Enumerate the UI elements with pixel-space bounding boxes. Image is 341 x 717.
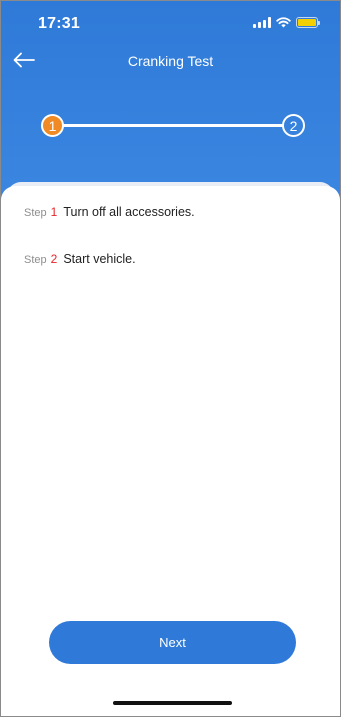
progress-stepper: 1 2 bbox=[41, 113, 305, 139]
step-indicator-2: 2 bbox=[282, 114, 305, 137]
header: 17:31 Cranking Test 1 2 bbox=[1, 1, 340, 201]
instruction-row: Step 2 Start vehicle. bbox=[24, 252, 136, 266]
app-screen: 17:31 Cranking Test 1 2 Step 1 Turn off … bbox=[0, 0, 341, 717]
step-label: Step bbox=[24, 254, 47, 266]
step-number: 1 bbox=[50, 205, 58, 219]
step-indicator-1: 1 bbox=[41, 114, 64, 137]
step-text: Start vehicle. bbox=[63, 252, 136, 266]
step-text: Turn off all accessories. bbox=[63, 205, 195, 219]
step-number: 2 bbox=[50, 252, 58, 266]
wifi-icon bbox=[276, 17, 291, 28]
step-label: Step bbox=[24, 207, 47, 219]
next-button[interactable]: Next bbox=[49, 621, 296, 664]
cellular-signal-icon bbox=[253, 17, 271, 28]
status-time: 17:31 bbox=[38, 15, 80, 32]
status-bar: 17:31 bbox=[1, 1, 340, 45]
battery-level bbox=[298, 19, 316, 26]
page-title: Cranking Test bbox=[127, 53, 214, 69]
stepper-line bbox=[63, 124, 283, 127]
navigation-bar: Cranking Test bbox=[1, 45, 340, 79]
battery-icon bbox=[296, 17, 320, 28]
home-indicator bbox=[113, 701, 232, 705]
status-icons bbox=[253, 17, 320, 28]
instruction-row: Step 1 Turn off all accessories. bbox=[24, 205, 195, 219]
